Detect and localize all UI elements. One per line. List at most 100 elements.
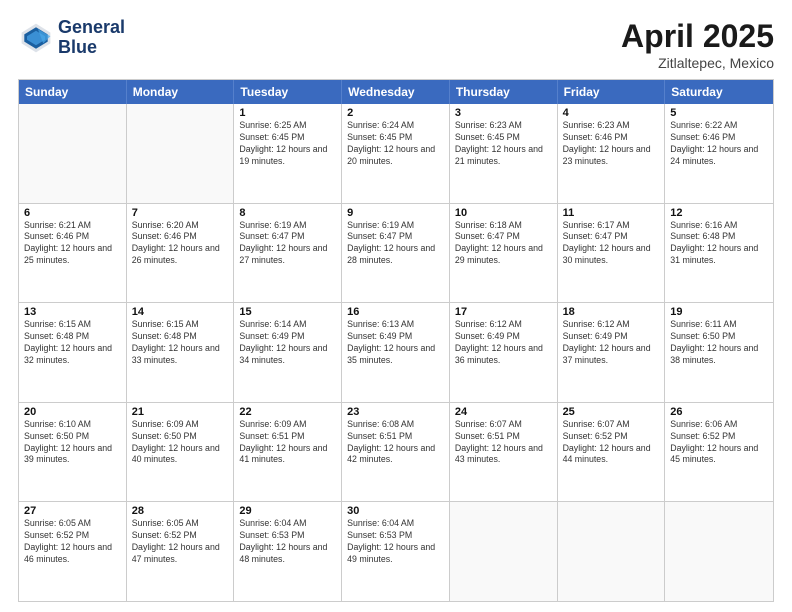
day-cell-21: 21Sunrise: 6:09 AM Sunset: 6:50 PM Dayli…	[127, 403, 235, 502]
day-cell-7: 7Sunrise: 6:20 AM Sunset: 6:46 PM Daylig…	[127, 204, 235, 303]
cell-info: Sunrise: 6:04 AM Sunset: 6:53 PM Dayligh…	[347, 518, 444, 566]
cell-info: Sunrise: 6:07 AM Sunset: 6:51 PM Dayligh…	[455, 419, 552, 467]
cell-info: Sunrise: 6:05 AM Sunset: 6:52 PM Dayligh…	[132, 518, 229, 566]
day-cell-24: 24Sunrise: 6:07 AM Sunset: 6:51 PM Dayli…	[450, 403, 558, 502]
calendar: SundayMondayTuesdayWednesdayThursdayFrid…	[18, 79, 774, 602]
logo: General Blue	[18, 18, 125, 58]
cell-info: Sunrise: 6:09 AM Sunset: 6:51 PM Dayligh…	[239, 419, 336, 467]
cell-info: Sunrise: 6:09 AM Sunset: 6:50 PM Dayligh…	[132, 419, 229, 467]
day-cell-2: 2Sunrise: 6:24 AM Sunset: 6:45 PM Daylig…	[342, 104, 450, 203]
logo-icon	[18, 20, 54, 56]
day-number: 23	[347, 406, 444, 418]
cell-info: Sunrise: 6:22 AM Sunset: 6:46 PM Dayligh…	[670, 120, 768, 168]
day-number: 10	[455, 207, 552, 219]
day-cell-6: 6Sunrise: 6:21 AM Sunset: 6:46 PM Daylig…	[19, 204, 127, 303]
day-cell-4: 4Sunrise: 6:23 AM Sunset: 6:46 PM Daylig…	[558, 104, 666, 203]
cell-info: Sunrise: 6:19 AM Sunset: 6:47 PM Dayligh…	[347, 220, 444, 268]
empty-cell-0-1	[127, 104, 235, 203]
day-cell-12: 12Sunrise: 6:16 AM Sunset: 6:48 PM Dayli…	[665, 204, 773, 303]
day-cell-19: 19Sunrise: 6:11 AM Sunset: 6:50 PM Dayli…	[665, 303, 773, 402]
cell-info: Sunrise: 6:08 AM Sunset: 6:51 PM Dayligh…	[347, 419, 444, 467]
cell-info: Sunrise: 6:15 AM Sunset: 6:48 PM Dayligh…	[132, 319, 229, 367]
day-cell-5: 5Sunrise: 6:22 AM Sunset: 6:46 PM Daylig…	[665, 104, 773, 203]
day-number: 12	[670, 207, 768, 219]
header-day-friday: Friday	[558, 80, 666, 104]
day-number: 18	[563, 306, 660, 318]
cell-info: Sunrise: 6:11 AM Sunset: 6:50 PM Dayligh…	[670, 319, 768, 367]
empty-cell-4-4	[450, 502, 558, 601]
empty-cell-4-5	[558, 502, 666, 601]
day-number: 6	[24, 207, 121, 219]
day-number: 28	[132, 505, 229, 517]
day-cell-23: 23Sunrise: 6:08 AM Sunset: 6:51 PM Dayli…	[342, 403, 450, 502]
cell-info: Sunrise: 6:12 AM Sunset: 6:49 PM Dayligh…	[455, 319, 552, 367]
header-day-sunday: Sunday	[19, 80, 127, 104]
day-number: 15	[239, 306, 336, 318]
day-number: 11	[563, 207, 660, 219]
header-day-saturday: Saturday	[665, 80, 773, 104]
day-number: 8	[239, 207, 336, 219]
cell-info: Sunrise: 6:18 AM Sunset: 6:47 PM Dayligh…	[455, 220, 552, 268]
day-number: 14	[132, 306, 229, 318]
logo-text: General Blue	[58, 18, 125, 58]
day-cell-9: 9Sunrise: 6:19 AM Sunset: 6:47 PM Daylig…	[342, 204, 450, 303]
day-number: 9	[347, 207, 444, 219]
cell-info: Sunrise: 6:21 AM Sunset: 6:46 PM Dayligh…	[24, 220, 121, 268]
calendar-body: 1Sunrise: 6:25 AM Sunset: 6:45 PM Daylig…	[19, 104, 773, 601]
day-number: 21	[132, 406, 229, 418]
day-number: 29	[239, 505, 336, 517]
day-number: 17	[455, 306, 552, 318]
cell-info: Sunrise: 6:05 AM Sunset: 6:52 PM Dayligh…	[24, 518, 121, 566]
day-cell-30: 30Sunrise: 6:04 AM Sunset: 6:53 PM Dayli…	[342, 502, 450, 601]
day-number: 1	[239, 107, 336, 119]
day-number: 16	[347, 306, 444, 318]
cell-info: Sunrise: 6:15 AM Sunset: 6:48 PM Dayligh…	[24, 319, 121, 367]
cell-info: Sunrise: 6:14 AM Sunset: 6:49 PM Dayligh…	[239, 319, 336, 367]
empty-cell-0-0	[19, 104, 127, 203]
cell-info: Sunrise: 6:06 AM Sunset: 6:52 PM Dayligh…	[670, 419, 768, 467]
cell-info: Sunrise: 6:20 AM Sunset: 6:46 PM Dayligh…	[132, 220, 229, 268]
day-cell-11: 11Sunrise: 6:17 AM Sunset: 6:47 PM Dayli…	[558, 204, 666, 303]
cell-info: Sunrise: 6:17 AM Sunset: 6:47 PM Dayligh…	[563, 220, 660, 268]
cell-info: Sunrise: 6:10 AM Sunset: 6:50 PM Dayligh…	[24, 419, 121, 467]
header-day-tuesday: Tuesday	[234, 80, 342, 104]
day-cell-20: 20Sunrise: 6:10 AM Sunset: 6:50 PM Dayli…	[19, 403, 127, 502]
empty-cell-4-6	[665, 502, 773, 601]
day-number: 19	[670, 306, 768, 318]
calendar-row-2: 13Sunrise: 6:15 AM Sunset: 6:48 PM Dayli…	[19, 302, 773, 402]
day-cell-29: 29Sunrise: 6:04 AM Sunset: 6:53 PM Dayli…	[234, 502, 342, 601]
day-cell-8: 8Sunrise: 6:19 AM Sunset: 6:47 PM Daylig…	[234, 204, 342, 303]
day-number: 7	[132, 207, 229, 219]
day-cell-17: 17Sunrise: 6:12 AM Sunset: 6:49 PM Dayli…	[450, 303, 558, 402]
cell-info: Sunrise: 6:04 AM Sunset: 6:53 PM Dayligh…	[239, 518, 336, 566]
day-number: 26	[670, 406, 768, 418]
day-cell-28: 28Sunrise: 6:05 AM Sunset: 6:52 PM Dayli…	[127, 502, 235, 601]
cell-info: Sunrise: 6:07 AM Sunset: 6:52 PM Dayligh…	[563, 419, 660, 467]
day-cell-25: 25Sunrise: 6:07 AM Sunset: 6:52 PM Dayli…	[558, 403, 666, 502]
month-year: April 2025	[621, 18, 774, 55]
day-number: 2	[347, 107, 444, 119]
day-cell-14: 14Sunrise: 6:15 AM Sunset: 6:48 PM Dayli…	[127, 303, 235, 402]
cell-info: Sunrise: 6:25 AM Sunset: 6:45 PM Dayligh…	[239, 120, 336, 168]
header-day-wednesday: Wednesday	[342, 80, 450, 104]
calendar-row-1: 6Sunrise: 6:21 AM Sunset: 6:46 PM Daylig…	[19, 203, 773, 303]
day-number: 24	[455, 406, 552, 418]
title-block: April 2025 Zitlaltepec, Mexico	[621, 18, 774, 71]
cell-info: Sunrise: 6:16 AM Sunset: 6:48 PM Dayligh…	[670, 220, 768, 268]
day-cell-10: 10Sunrise: 6:18 AM Sunset: 6:47 PM Dayli…	[450, 204, 558, 303]
day-number: 22	[239, 406, 336, 418]
day-number: 4	[563, 107, 660, 119]
header-day-thursday: Thursday	[450, 80, 558, 104]
cell-info: Sunrise: 6:24 AM Sunset: 6:45 PM Dayligh…	[347, 120, 444, 168]
day-number: 5	[670, 107, 768, 119]
day-number: 20	[24, 406, 121, 418]
page: General Blue April 2025 Zitlaltepec, Mex…	[0, 0, 792, 612]
calendar-row-4: 27Sunrise: 6:05 AM Sunset: 6:52 PM Dayli…	[19, 501, 773, 601]
day-number: 3	[455, 107, 552, 119]
day-cell-13: 13Sunrise: 6:15 AM Sunset: 6:48 PM Dayli…	[19, 303, 127, 402]
header-day-monday: Monday	[127, 80, 235, 104]
day-cell-1: 1Sunrise: 6:25 AM Sunset: 6:45 PM Daylig…	[234, 104, 342, 203]
cell-info: Sunrise: 6:23 AM Sunset: 6:46 PM Dayligh…	[563, 120, 660, 168]
cell-info: Sunrise: 6:23 AM Sunset: 6:45 PM Dayligh…	[455, 120, 552, 168]
day-number: 13	[24, 306, 121, 318]
